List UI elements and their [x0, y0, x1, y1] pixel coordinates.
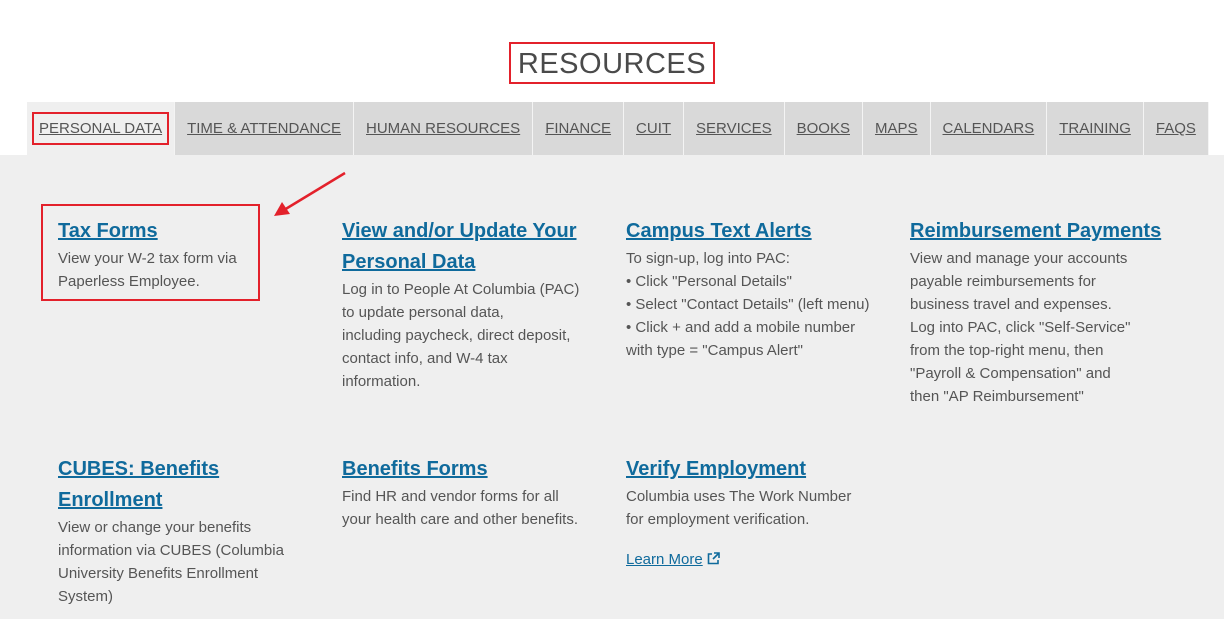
desc-line: View and manage your accounts [910, 250, 1128, 267]
tab-time-attendance[interactable]: TIME & ATTENDANCE [175, 102, 354, 155]
card-title-link[interactable]: Benefits Forms [342, 454, 604, 485]
desc-line: • Select "Contact Details" (left menu) [626, 296, 870, 313]
tab-label: SERVICES [696, 120, 772, 137]
card-title-link[interactable]: Campus Text Alerts [626, 216, 888, 247]
tab-faqs[interactable]: FAQS [1143, 102, 1209, 155]
tab-label: CALENDARS [942, 120, 1035, 137]
card-description: Find HR and vendor forms for all your he… [342, 485, 604, 531]
learn-more-label: Learn More [626, 551, 703, 568]
learn-more-link[interactable]: Learn More [626, 551, 720, 568]
desc-line: from the top-right menu, then [910, 342, 1104, 359]
tab-label: BOOKS [796, 120, 850, 137]
desc-line: "Payroll & Compensation" and [910, 365, 1111, 382]
tab-services[interactable]: SERVICES [684, 102, 785, 155]
card-description: Log in to People At Columbia (PAC) to up… [342, 278, 604, 393]
card-description: View or change your benefits information… [58, 516, 284, 608]
desc-line: To sign-up, log into PAC: [626, 250, 790, 267]
desc-line: for employment verification. [626, 511, 810, 528]
card-verify-employment: Verify Employment Columbia uses The Work… [626, 454, 888, 569]
desc-line: • Click "Personal Details" [626, 273, 792, 290]
desc-line: to update personal data, [342, 304, 504, 321]
card-update-personal-data: View and/or Update Your Personal Data Lo… [342, 216, 604, 393]
card-cubes-benefits-enrollment: CUBES: Benefits Enrollment View or chang… [58, 454, 284, 608]
tab-label: TIME & ATTENDANCE [187, 120, 341, 137]
tab-label: PERSONAL DATA [39, 120, 163, 137]
desc-line: information. [342, 373, 421, 390]
tab-books[interactable]: BOOKS [784, 102, 863, 155]
card-campus-text-alerts: Campus Text Alerts To sign-up, log into … [626, 216, 888, 362]
tab-human-resources[interactable]: HUMAN RESOURCES [354, 102, 534, 155]
desc-line: System) [58, 588, 114, 605]
tab-label: FINANCE [545, 120, 612, 137]
page-title: RESOURCES [508, 42, 716, 84]
desc-line: Columbia uses The Work Number [626, 488, 852, 505]
tab-personal-data[interactable]: PERSONAL DATA [27, 102, 176, 155]
tab-label: FAQS [1155, 120, 1196, 137]
desc-line: with type = "Campus Alert" [626, 342, 803, 359]
tab-training[interactable]: TRAINING [1047, 102, 1144, 155]
annotation-arrow-icon [274, 171, 346, 216]
card-benefits-forms: Benefits Forms Find HR and vendor forms … [342, 454, 604, 531]
card-title-link[interactable]: Reimbursement Payments [910, 216, 1210, 247]
desc-line: University Benefits Enrollment [58, 565, 259, 582]
card-description: Columbia uses The Work Number for employ… [626, 485, 888, 531]
desc-line: information via CUBES (Columbia [58, 542, 284, 559]
tab-bar: PERSONAL DATA TIME & ATTENDANCE HUMAN RE… [27, 102, 1209, 155]
tab-label: CUIT [636, 120, 672, 137]
card-description: View and manage your accounts payable re… [910, 247, 1210, 408]
tab-label: TRAINING [1059, 120, 1131, 137]
desc-line: View your W-2 tax form via [58, 250, 237, 267]
desc-line: Find HR and vendor forms for all [342, 488, 559, 505]
desc-line: View or change your benefits [58, 519, 252, 536]
tab-label: MAPS [874, 120, 918, 137]
tab-cuit[interactable]: CUIT [624, 102, 685, 155]
desc-line: Log in to People At Columbia (PAC) [342, 281, 580, 298]
tab-label: HUMAN RESOURCES [366, 120, 521, 137]
card-title-link[interactable]: Tax Forms [58, 216, 320, 247]
desc-line: including paycheck, direct deposit, [342, 327, 571, 344]
card-tax-forms: Tax Forms View your W-2 tax form via Pap… [58, 216, 320, 293]
desc-line: then "AP Reimbursement" [910, 388, 1084, 405]
card-reimbursement-payments: Reimbursement Payments View and manage y… [910, 216, 1210, 408]
card-title-link[interactable]: View and/or Update Your Personal Data [342, 216, 604, 278]
tab-maps[interactable]: MAPS [862, 102, 931, 155]
card-description: View your W-2 tax form via Paperless Emp… [58, 247, 320, 293]
desc-line: Log into PAC, click "Self-Service" [910, 319, 1131, 336]
desc-line: Paperless Employee. [58, 273, 200, 290]
desc-line: • Click + and add a mobile number [626, 319, 856, 336]
card-title-link[interactable]: Verify Employment [626, 454, 888, 485]
highlight-box: PERSONAL DATA [32, 112, 170, 145]
card-title-link[interactable]: CUBES: Benefits Enrollment [58, 454, 258, 516]
tab-finance[interactable]: FINANCE [533, 102, 625, 155]
desc-line: business travel and expenses. [910, 296, 1112, 313]
title-wrap: RESOURCES [0, 42, 1224, 84]
tab-calendars[interactable]: CALENDARS [930, 102, 1048, 155]
desc-line: payable reimbursements for [910, 273, 1096, 290]
desc-line: contact info, and W-4 tax [342, 350, 508, 367]
external-link-icon [707, 552, 720, 565]
desc-line: your health care and other benefits. [342, 511, 578, 528]
card-description: To sign-up, log into PAC: • Click "Perso… [626, 247, 888, 362]
